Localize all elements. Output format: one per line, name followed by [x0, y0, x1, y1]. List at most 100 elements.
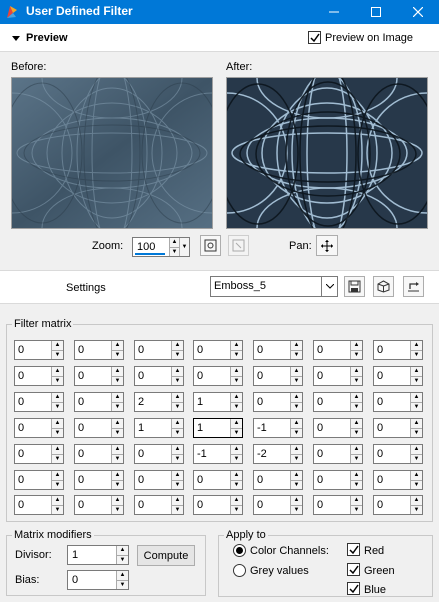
matrix-cell-value[interactable]: 1 [138, 422, 144, 434]
matrix-cell[interactable]: 0 ▲ ▼ [14, 366, 64, 386]
matrix-cell[interactable]: 0 ▲ ▼ [134, 470, 184, 490]
spin-up-icon[interactable]: ▲ [172, 367, 183, 376]
matrix-cell[interactable]: 0 ▲ ▼ [373, 495, 423, 515]
zoom-stepper[interactable]: ▲ ▼ [169, 238, 179, 256]
save-preset-button[interactable] [344, 276, 365, 297]
matrix-cell-stepper[interactable]: ▲ ▼ [111, 341, 123, 359]
spin-up-icon[interactable]: ▲ [411, 496, 422, 505]
matrix-cell-stepper[interactable]: ▲ ▼ [171, 496, 183, 514]
spin-down-icon[interactable]: ▼ [231, 375, 242, 385]
green-checkbox[interactable] [347, 563, 360, 576]
matrix-cell-stepper[interactable]: ▲ ▼ [171, 367, 183, 385]
spin-down-icon[interactable]: ▼ [231, 349, 242, 359]
zoom-dropdown[interactable]: ▼ [179, 238, 189, 256]
spin-up-icon[interactable]: ▲ [231, 341, 242, 350]
red-checkbox[interactable] [347, 543, 360, 556]
spin-up-icon[interactable]: ▲ [291, 471, 302, 480]
matrix-cell-stepper[interactable]: ▲ ▼ [171, 445, 183, 463]
spin-down-icon[interactable]: ▼ [112, 504, 123, 514]
matrix-cell-stepper[interactable]: ▲ ▼ [51, 445, 63, 463]
spin-down-icon[interactable]: ▼ [52, 427, 63, 437]
matrix-cell-value[interactable]: 0 [78, 474, 84, 486]
matrix-cell-value[interactable]: 0 [377, 448, 383, 460]
matrix-cell-value[interactable]: 0 [18, 499, 24, 511]
spin-down-icon[interactable]: ▼ [52, 375, 63, 385]
spin-up-icon[interactable]: ▲ [231, 419, 242, 428]
matrix-cell[interactable]: 0 ▲ ▼ [134, 444, 184, 464]
spin-down-icon[interactable]: ▼ [172, 401, 183, 411]
matrix-cell[interactable]: 0 ▲ ▼ [373, 392, 423, 412]
spin-up-icon[interactable]: ▲ [411, 471, 422, 480]
matrix-cell-value[interactable]: 0 [18, 448, 24, 460]
spin-up-icon[interactable]: ▲ [291, 445, 302, 454]
matrix-cell-stepper[interactable]: ▲ ▼ [171, 419, 183, 437]
spin-up-icon[interactable]: ▲ [170, 238, 179, 247]
matrix-cell[interactable]: 0 ▲ ▼ [74, 444, 124, 464]
matrix-cell[interactable]: 0 ▲ ▼ [313, 444, 363, 464]
matrix-cell[interactable]: 0 ▲ ▼ [313, 418, 363, 438]
spin-down-icon[interactable]: ▼ [231, 401, 242, 411]
matrix-cell-stepper[interactable]: ▲ ▼ [51, 341, 63, 359]
matrix-cell-value[interactable]: 0 [257, 499, 263, 511]
spin-down-icon[interactable]: ▼ [52, 453, 63, 463]
matrix-cell[interactable]: 0 ▲ ▼ [253, 366, 303, 386]
color-channels-radio[interactable] [233, 544, 246, 557]
matrix-cell[interactable]: 0 ▲ ▼ [74, 495, 124, 515]
matrix-cell-stepper[interactable]: ▲ ▼ [111, 419, 123, 437]
matrix-cell-stepper[interactable]: ▲ ▼ [230, 367, 242, 385]
spin-down-icon[interactable]: ▼ [52, 479, 63, 489]
matrix-cell-stepper[interactable]: ▲ ▼ [350, 496, 362, 514]
matrix-cell-stepper[interactable]: ▲ ▼ [230, 496, 242, 514]
spin-up-icon[interactable]: ▲ [411, 367, 422, 376]
spin-up-icon[interactable]: ▲ [172, 445, 183, 454]
matrix-cell-value[interactable]: 0 [18, 370, 24, 382]
spin-down-icon[interactable]: ▼ [351, 453, 362, 463]
matrix-cell-value[interactable]: 0 [197, 499, 203, 511]
spin-up-icon[interactable]: ▲ [351, 496, 362, 505]
matrix-cell-stepper[interactable]: ▲ ▼ [230, 393, 242, 411]
spin-down-icon[interactable]: ▼ [117, 554, 128, 564]
spin-up-icon[interactable]: ▲ [112, 341, 123, 350]
matrix-cell-stepper[interactable]: ▲ ▼ [410, 419, 422, 437]
matrix-cell[interactable]: 0 ▲ ▼ [373, 470, 423, 490]
spin-down-icon[interactable]: ▼ [172, 349, 183, 359]
spin-down-icon[interactable]: ▼ [172, 479, 183, 489]
matrix-cell-stepper[interactable]: ▲ ▼ [290, 445, 302, 463]
matrix-cell[interactable]: 0 ▲ ▼ [313, 340, 363, 360]
spin-down-icon[interactable]: ▼ [351, 349, 362, 359]
spin-down-icon[interactable]: ▼ [112, 427, 123, 437]
matrix-cell[interactable]: 0 ▲ ▼ [253, 340, 303, 360]
matrix-cell-stepper[interactable]: ▲ ▼ [51, 419, 63, 437]
pan-button[interactable] [316, 235, 338, 256]
spin-down-icon[interactable]: ▼ [291, 504, 302, 514]
matrix-cell[interactable]: 0 ▲ ▼ [373, 444, 423, 464]
spin-up-icon[interactable]: ▲ [52, 496, 63, 505]
matrix-cell[interactable]: 1 ▲ ▼ [193, 392, 243, 412]
matrix-cell-value[interactable]: 0 [377, 474, 383, 486]
spin-up-icon[interactable]: ▲ [172, 419, 183, 428]
chevron-down-icon[interactable] [321, 277, 337, 296]
close-icon[interactable] [397, 0, 439, 24]
spin-down-icon[interactable]: ▼ [291, 479, 302, 489]
spin-down-icon[interactable]: ▼ [351, 504, 362, 514]
matrix-cell-value[interactable]: 0 [18, 344, 24, 356]
matrix-cell-stepper[interactable]: ▲ ▼ [230, 445, 242, 463]
spin-down-icon[interactable]: ▼ [172, 427, 183, 437]
matrix-cell-value[interactable]: 0 [257, 474, 263, 486]
spin-down-icon[interactable]: ▼ [231, 427, 242, 437]
bias-stepper[interactable]: ▲ ▼ [116, 571, 128, 589]
matrix-cell-stepper[interactable]: ▲ ▼ [410, 393, 422, 411]
spin-up-icon[interactable]: ▲ [351, 419, 362, 428]
matrix-cell-value[interactable]: 1 [197, 422, 203, 434]
matrix-cell-stepper[interactable]: ▲ ▼ [350, 419, 362, 437]
spin-up-icon[interactable]: ▲ [231, 393, 242, 402]
spin-up-icon[interactable]: ▲ [52, 393, 63, 402]
spin-down-icon[interactable]: ▼ [351, 401, 362, 411]
matrix-cell-value[interactable]: 0 [317, 370, 323, 382]
spin-up-icon[interactable]: ▲ [411, 393, 422, 402]
matrix-cell-stepper[interactable]: ▲ ▼ [111, 496, 123, 514]
matrix-cell-stepper[interactable]: ▲ ▼ [290, 367, 302, 385]
blue-checkbox[interactable] [347, 582, 360, 595]
matrix-cell[interactable]: 0 ▲ ▼ [373, 340, 423, 360]
spin-down-icon[interactable]: ▼ [52, 504, 63, 514]
